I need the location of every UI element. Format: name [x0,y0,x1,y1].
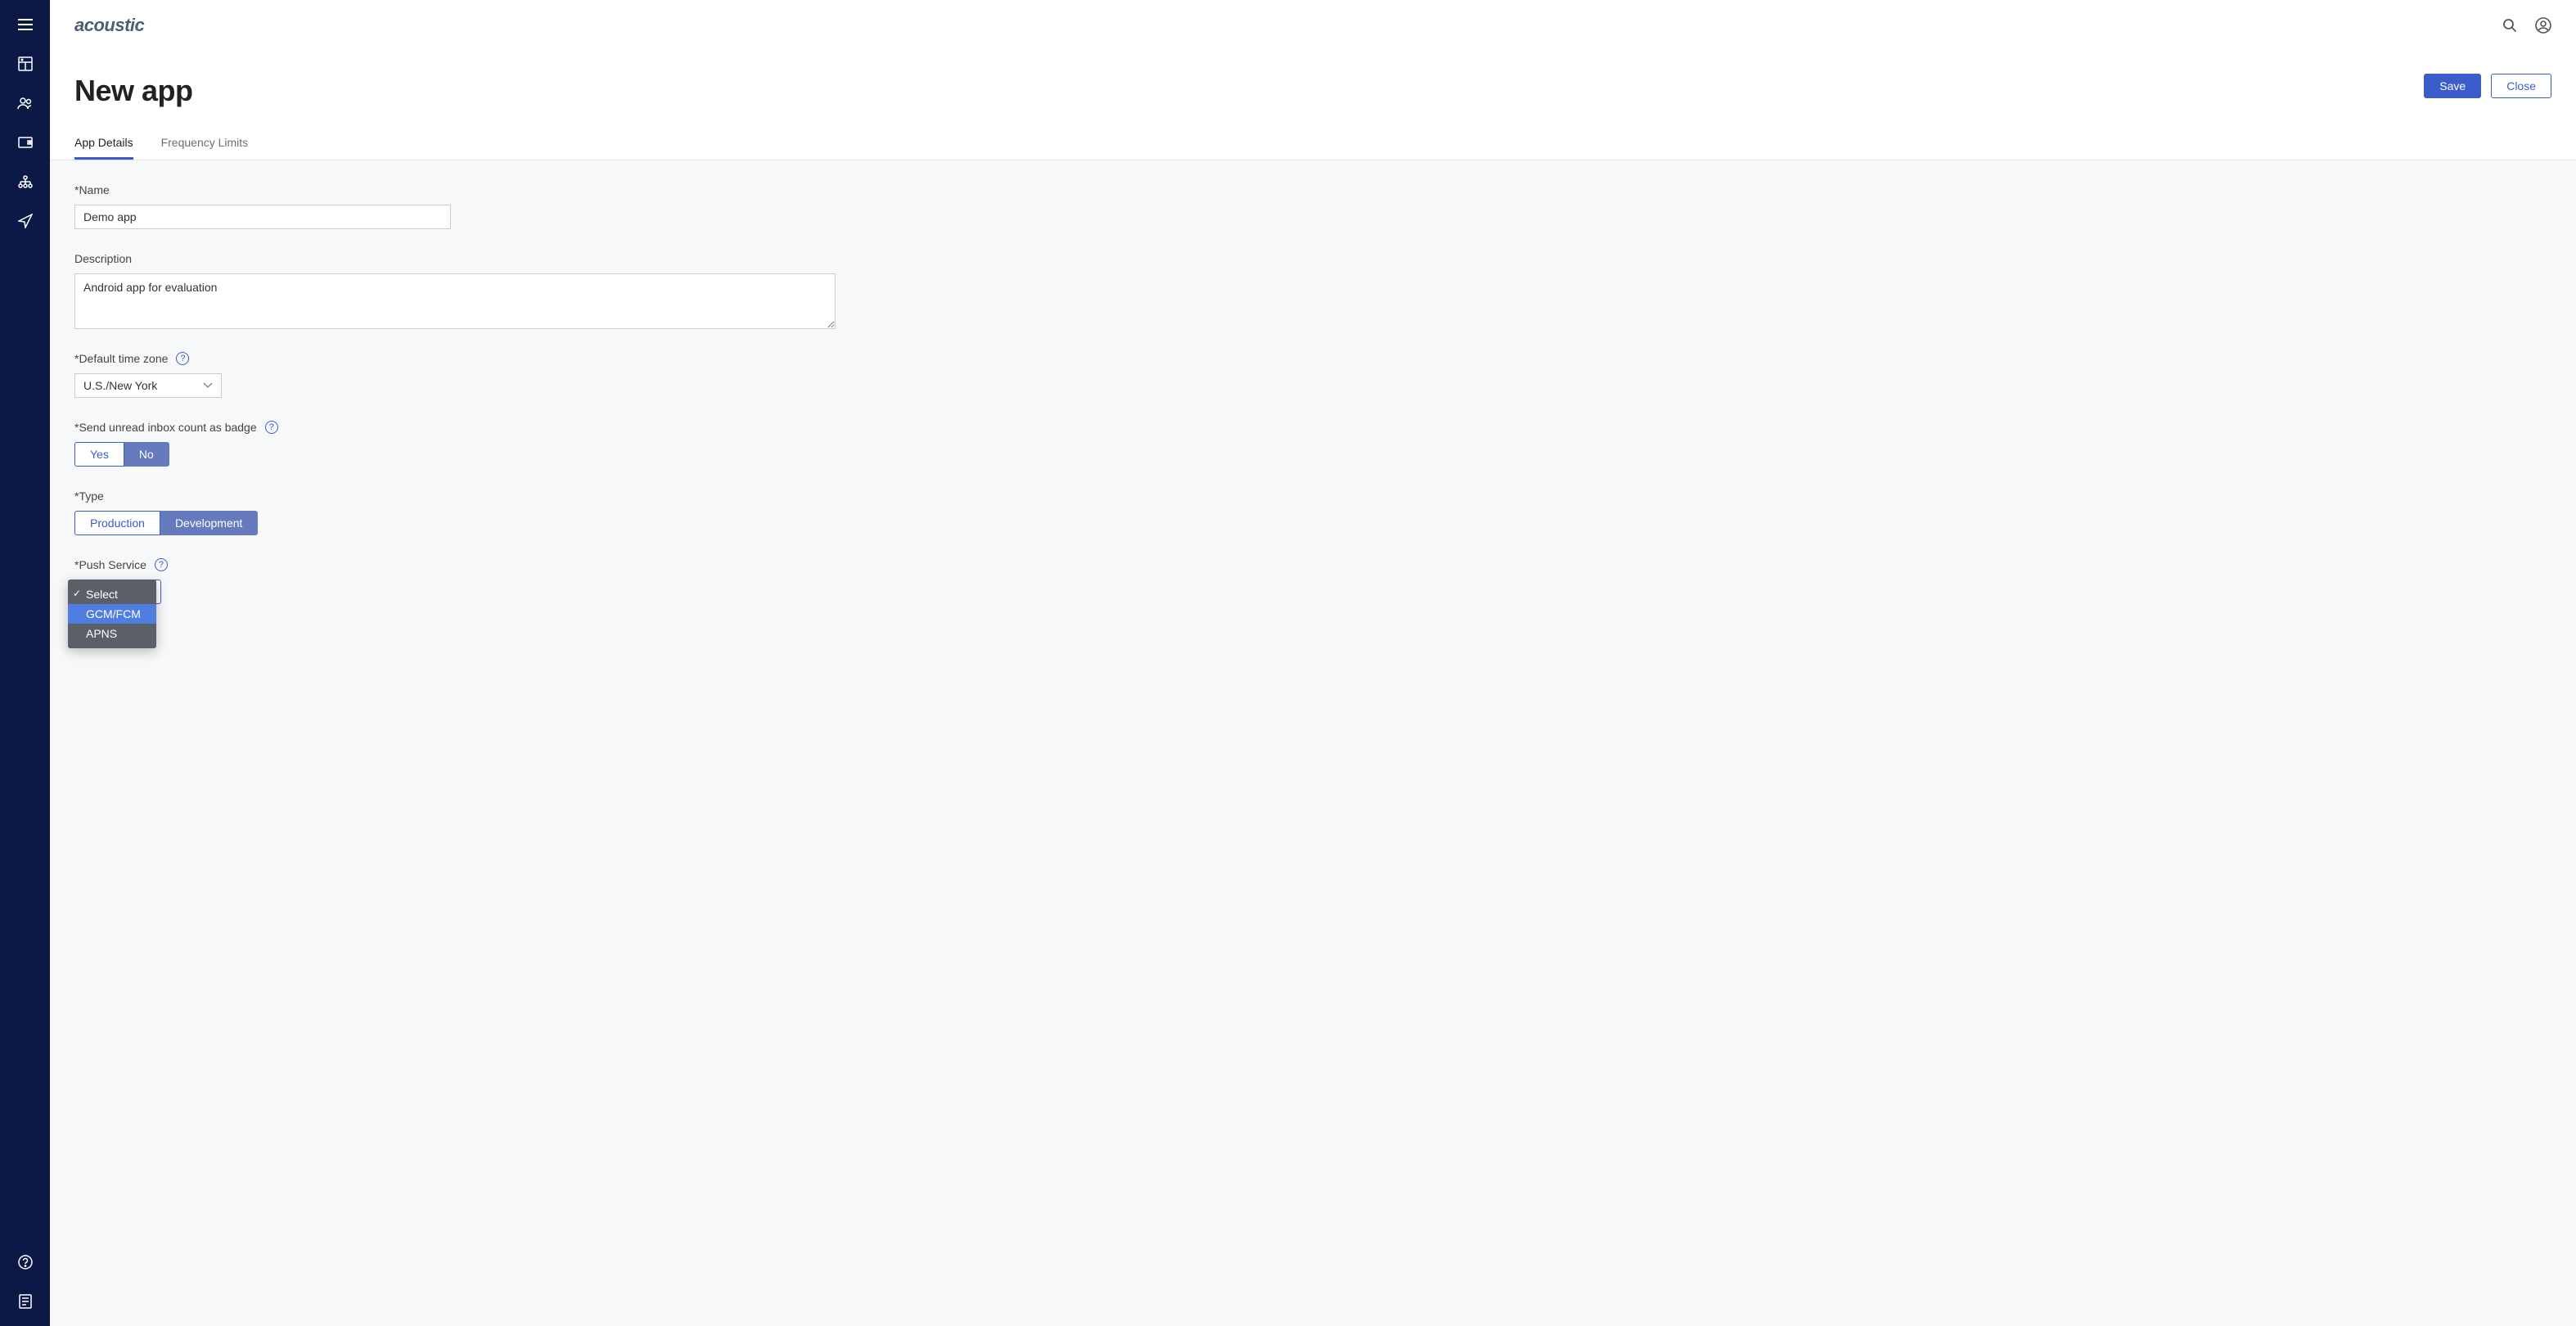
push-service-dropdown: Select GCM/FCM APNS [68,580,156,648]
help-icon[interactable]: ? [155,558,168,571]
notes-icon[interactable] [17,1293,34,1310]
send-icon[interactable] [17,213,34,229]
badge-label-text: *Send unread inbox count as badge [74,421,257,434]
timezone-select[interactable]: U.S./New York [74,373,222,398]
type-production-button[interactable]: Production [74,511,160,535]
chevron-down-icon [203,382,213,389]
push-option-gcm[interactable]: GCM/FCM [68,604,156,624]
timezone-value: U.S./New York [83,379,203,392]
save-button[interactable]: Save [2424,74,2481,98]
push-label: *Push Service ? [74,558,168,571]
main-content: acoustic New app Save Close App Details … [50,0,2576,1326]
users-icon[interactable] [17,95,34,111]
left-sidebar [0,0,50,1326]
field-description: Description [74,252,2551,329]
wallet-icon[interactable] [17,134,34,151]
type-toggle: Production Development [74,511,258,535]
description-textarea[interactable] [74,273,835,329]
menu-icon[interactable] [17,16,34,33]
tab-app-details[interactable]: App Details [74,128,133,160]
timezone-label-text: *Default time zone [74,352,168,365]
name-input[interactable] [74,205,451,229]
timezone-label: *Default time zone ? [74,352,189,365]
help-icon[interactable]: ? [176,352,189,365]
field-name: *Name [74,183,2551,229]
page-title: New app [74,74,193,108]
badge-label: *Send unread inbox count as badge ? [74,421,278,434]
close-button[interactable]: Close [2491,74,2551,98]
search-icon[interactable] [2502,18,2517,33]
tab-frequency-limits[interactable]: Frequency Limits [161,128,249,160]
field-type: *Type Production Development [74,489,2551,535]
topbar: acoustic [50,0,2576,51]
push-option-select[interactable]: Select [68,584,156,604]
help-icon[interactable]: ? [265,421,278,434]
tabs: App Details Frequency Limits [50,108,2576,160]
badge-yes-button[interactable]: Yes [74,442,124,467]
name-label: *Name [74,183,110,196]
help-icon[interactable] [17,1254,34,1270]
badge-toggle: Yes No [74,442,169,467]
field-timezone: *Default time zone ? U.S./New York [74,352,2551,398]
dashboard-icon[interactable] [17,56,34,72]
push-label-text: *Push Service [74,558,146,571]
brand-logo: acoustic [74,15,144,36]
sitemap-icon[interactable] [17,174,34,190]
badge-no-button[interactable]: No [124,442,169,467]
type-label: *Type [74,489,104,503]
page-header: New app Save Close [50,51,2576,108]
form-area: *Name Description *Default time zone ? U… [50,160,2576,1326]
field-badge: *Send unread inbox count as badge ? Yes … [74,421,2551,467]
type-development-button[interactable]: Development [160,511,259,535]
field-push-service: *Push Service ? Select Select GCM/FCM AP… [74,558,2551,604]
user-avatar-icon[interactable] [2535,17,2551,34]
push-option-apns[interactable]: APNS [68,624,156,643]
description-label: Description [74,252,132,265]
